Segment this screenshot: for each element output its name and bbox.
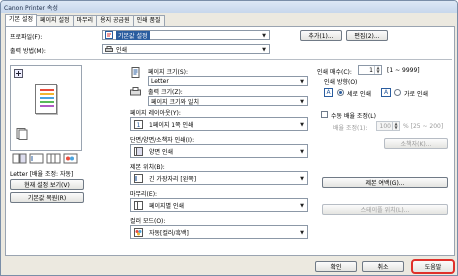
- output-size-value: 페이지 크기와 일치: [151, 98, 199, 106]
- page-size-value: Letter: [151, 77, 169, 85]
- copies-range: [1 ~ 9999]: [387, 67, 420, 74]
- tab-finishing[interactable]: 마무리: [72, 15, 98, 26]
- landscape-preview-icon: A: [381, 88, 391, 97]
- tab-print-quality[interactable]: 인쇄 품질: [132, 15, 165, 26]
- chevron-down-icon: ▼: [300, 229, 304, 236]
- portrait-radio[interactable]: [337, 89, 344, 96]
- booklet-button[interactable]: 소책자(K)...: [384, 138, 448, 149]
- title-bar: Canon Printer 속성: [1, 1, 457, 13]
- duplex-select[interactable]: 양면 인쇄 ▼: [130, 144, 308, 158]
- staple-location-button[interactable]: 스테이플 위치(L)...: [322, 204, 448, 215]
- finishing-value: 페이지별 인쇄: [149, 202, 185, 210]
- landscape-label: 가로 인쇄: [404, 91, 428, 98]
- copies-label: 인쇄 매수(C):: [317, 69, 352, 76]
- profile-add-button[interactable]: 추가(1)...: [300, 30, 342, 41]
- color-mode-icon: [63, 153, 78, 164]
- page-layout-icon: 1: [134, 120, 143, 129]
- color-mode-select[interactable]: 자동[컬러/흑백] ▼: [130, 225, 308, 239]
- binding-label: 제본 위치(B):: [130, 164, 165, 171]
- chevron-down-icon: ▼: [262, 46, 266, 53]
- page-layout-select[interactable]: 1 1페이지 1쪽 인쇄 ▼: [130, 117, 308, 131]
- profile-icon: [105, 31, 113, 39]
- preview-page: [35, 84, 57, 114]
- page-layout-value: 1페이지 1쪽 인쇄: [149, 121, 194, 129]
- page-size-label: 페이지 크기(S):: [148, 69, 189, 76]
- color-mode-label: 컬러 모드(O):: [130, 218, 166, 225]
- portrait-label: 세로 인쇄: [347, 91, 371, 98]
- printer-icon: [105, 45, 113, 52]
- collate-icon: [46, 153, 61, 164]
- manual-scaling-checkbox[interactable]: [321, 111, 328, 118]
- portrait-preview-icon: A: [324, 88, 333, 97]
- output-size-icon: [130, 87, 141, 96]
- tab-paper-source[interactable]: 용지 공급원: [96, 15, 134, 26]
- chevron-down-icon: ▼: [300, 121, 304, 128]
- output-size-select[interactable]: 페이지 크기와 일치 ▼: [148, 96, 308, 106]
- tab-basic-settings[interactable]: 기본 설정: [5, 14, 37, 26]
- binding-select[interactable]: 긴 가장자리 [왼쪽] ▼: [130, 171, 308, 185]
- spinner-arrows-icon[interactable]: ▲ ▼: [392, 122, 399, 130]
- output-method-label: 출력 방법(M):: [10, 48, 46, 55]
- page-size-icon: [131, 67, 140, 78]
- finishing-select[interactable]: 페이지별 인쇄 ▼: [130, 198, 308, 212]
- profile-edit-button[interactable]: 편집(2)...: [346, 30, 388, 41]
- binding-icon: [29, 153, 44, 164]
- cancel-button[interactable]: 취소: [362, 261, 404, 272]
- manual-scaling-label: 수동 배율 조정(L): [331, 113, 376, 120]
- output-size-label: 출력 크기(Z):: [148, 89, 183, 96]
- tab-bar: 기본 설정 페이지 설정 마무리 용지 공급원 인쇄 품질: [5, 14, 165, 26]
- chevron-down-icon: ▼: [300, 98, 304, 105]
- ok-button[interactable]: 확인: [315, 261, 357, 272]
- help-button[interactable]: 도움말: [411, 259, 455, 274]
- duplex-label: 단면/양면/소책자 인쇄(I):: [130, 137, 195, 144]
- copies-spinner[interactable]: 1 ▲ ▼: [358, 65, 382, 75]
- paper-stack-icon: [16, 128, 28, 140]
- tab-page-setup[interactable]: 페이지 설정: [36, 15, 74, 26]
- color-palette-icon: [134, 228, 143, 237]
- basic-settings-panel: 프로파일(F): 기본값 설정 ▼ 추가(1)... 편집(2)... 출력 방…: [5, 26, 455, 256]
- page-layout-label: 페이지 레이아웃(Y):: [130, 110, 181, 117]
- profile-label: 프로파일(F):: [10, 34, 43, 41]
- landscape-radio[interactable]: [394, 89, 401, 96]
- duplex-icon: [12, 153, 27, 164]
- output-method-value: 인쇄: [116, 46, 128, 54]
- duplex-value: 양면 인쇄: [149, 148, 173, 156]
- color-mode-value: 자동[컬러/흑백]: [149, 229, 189, 237]
- gutter-button[interactable]: 제본 여백(G)...: [322, 177, 448, 188]
- chevron-down-icon: ▼: [262, 32, 266, 39]
- profile-select[interactable]: 기본값 설정 ▼: [102, 30, 270, 40]
- duplex-print-icon: [134, 147, 143, 156]
- copies-value: 1: [369, 66, 373, 74]
- output-method-select[interactable]: 인쇄 ▼: [102, 44, 270, 54]
- scaling-label: 배율 조정(1):: [333, 125, 368, 132]
- chevron-down-icon: ▼: [300, 175, 304, 182]
- page-size-select[interactable]: Letter ▼: [148, 76, 308, 86]
- chevron-down-icon: ▼: [300, 202, 304, 209]
- spinner-arrows-icon[interactable]: ▲ ▼: [374, 66, 381, 74]
- binding-location-icon: [134, 174, 143, 183]
- orientation-label: 인쇄 방향(O): [324, 79, 358, 86]
- finishing-label: 마무리(E):: [130, 191, 158, 198]
- page-preview: [10, 65, 82, 151]
- top-divider: [10, 59, 452, 60]
- scaling-range: % [25 ~ 200]: [403, 123, 444, 130]
- chevron-down-icon: ▼: [300, 148, 304, 155]
- view-settings-button[interactable]: 현재 설정 보기(V): [10, 179, 84, 190]
- preview-icon-strip: [12, 153, 82, 164]
- scaling-spinner[interactable]: 100 ▲ ▼: [376, 121, 400, 131]
- printer-properties-window: Canon Printer 속성 기본 설정 페이지 설정 마무리 용지 공급원…: [0, 0, 458, 276]
- restore-defaults-button[interactable]: 기본값 복원(R): [10, 192, 84, 203]
- svg-text:1: 1: [137, 122, 141, 129]
- binding-value: 긴 가장자리 [왼쪽]: [149, 175, 197, 183]
- preview-caption: Letter [배율 조정: 자동]: [10, 171, 74, 178]
- collate-print-icon: [134, 201, 143, 210]
- scaling-value: 100: [379, 122, 391, 130]
- profile-value: 기본값 설정: [116, 30, 150, 40]
- chevron-down-icon: ▼: [300, 78, 304, 85]
- zoom-icon[interactable]: [14, 69, 23, 78]
- window-title: Canon Printer 속성: [4, 4, 58, 12]
